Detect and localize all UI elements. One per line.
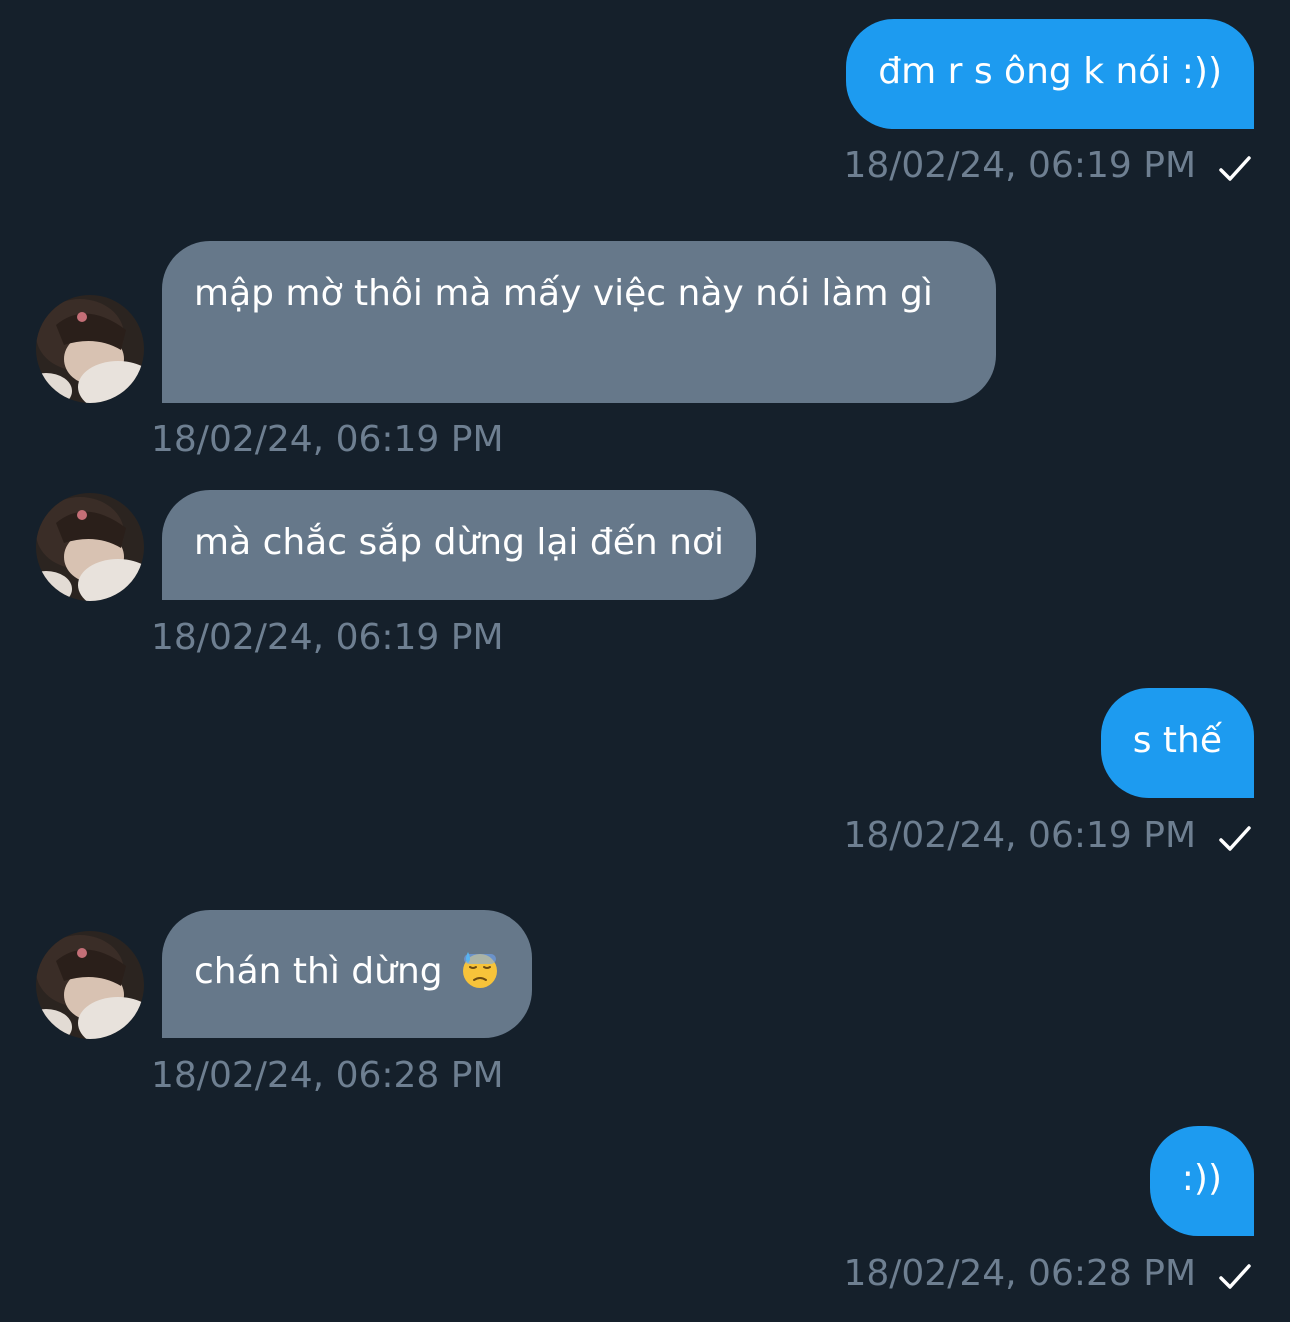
message-timestamp: 18/02/24, 06:19 PM (151, 617, 504, 658)
checkmark-icon (1219, 156, 1251, 181)
message-bubble-sent[interactable]: đm r s ông k nói :)) (846, 19, 1254, 129)
message-timestamp: 18/02/24, 06:28 PM (151, 1055, 504, 1096)
checkmark-icon (1219, 1264, 1251, 1289)
message-text: s thế (1132, 720, 1222, 761)
message-bubble-sent[interactable]: :)) (1149, 1126, 1254, 1236)
message-bubble-received[interactable]: chán thì dừng (162, 910, 533, 1038)
avatar[interactable] (36, 931, 144, 1039)
message-text: :)) (1181, 1158, 1222, 1199)
message-text: mà chắc sắp dừng lại đến nơi (194, 522, 724, 563)
message-bubble-received[interactable]: mà chắc sắp dừng lại đến nơi (162, 490, 756, 600)
chat-thread: đm r s ông k nói :)) 18/02/24, 06:19 PM … (0, 0, 1290, 1322)
message-text: mập mờ thôi mà mấy việc này nói làm gì (194, 273, 933, 314)
avatar[interactable] (36, 295, 144, 403)
message-timestamp: 18/02/24, 06:19 PM (843, 145, 1196, 186)
message-bubble-sent[interactable]: s thế (1100, 688, 1254, 798)
message-text: chán thì dừng (194, 951, 443, 992)
message-bubble-received[interactable]: mập mờ thôi mà mấy việc này nói làm gì (162, 241, 996, 403)
checkmark-icon (1219, 826, 1251, 851)
message-text: đm r s ông k nói :)) (878, 51, 1222, 92)
message-timestamp: 18/02/24, 06:28 PM (843, 1253, 1196, 1294)
message-timestamp: 18/02/24, 06:19 PM (843, 815, 1196, 856)
avatar[interactable] (36, 493, 144, 601)
downcast-face-with-sweat-emoji (463, 952, 498, 988)
message-timestamp: 18/02/24, 06:19 PM (151, 419, 504, 460)
